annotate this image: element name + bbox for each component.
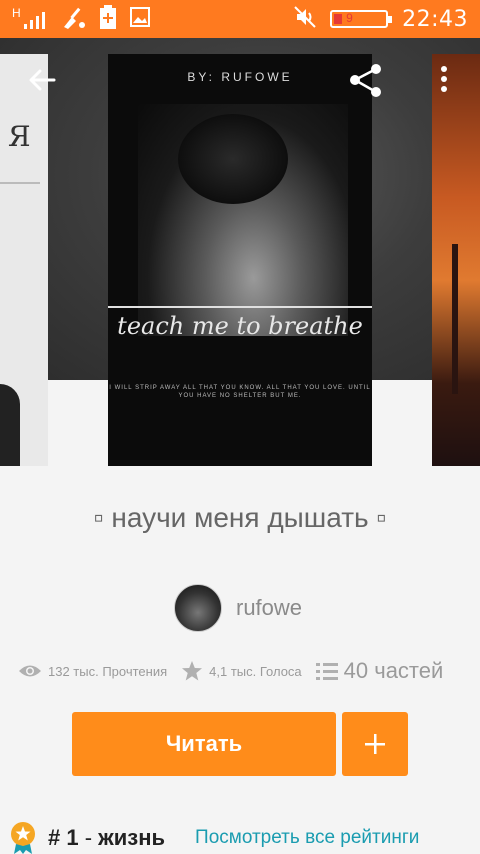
battery-level-text: 9 [346,11,353,25]
read-button-label: Читать [165,731,243,756]
image-icon [130,6,150,32]
status-icons-left: H [12,4,150,34]
read-button[interactable]: Читать [72,712,336,776]
cover-quote: I WILL STRIP AWAY ALL THAT YOU KNOW. ALL… [109,385,371,399]
star-icon [182,661,203,681]
view-all-rankings-link[interactable]: Посмотреть все рейтинги [195,827,419,849]
plus-icon [365,734,385,754]
cover-title: teach me to breathe [117,312,363,340]
status-bar: H 9 22:43 [0,0,480,38]
list-icon [315,663,338,680]
add-to-library-button[interactable] [342,712,408,776]
rank-category: жизнь [98,825,166,850]
ranking-row: # 1 - жизнь Посмотреть все рейтинги [8,822,480,854]
author-name[interactable]: rufowe [236,595,302,621]
prev-cover-divider [0,182,40,184]
reads-stat: 132 тыс. Прочтения [18,663,167,679]
next-cover[interactable] [432,54,480,466]
arrow-left-icon [29,69,56,91]
rank-number: # 1 [48,825,79,850]
share-icon [350,64,381,97]
prev-cover-figure [0,384,20,466]
battery-icon: 9 [330,10,393,28]
prev-cover-letter: Я [8,120,31,153]
signal-icon: H [12,6,48,30]
avatar[interactable] [174,584,222,632]
story-stats: 132 тыс. Прочтения 4,1 тыс. Голоса 40 ча… [18,656,478,686]
votes-stat: 4,1 тыс. Голоса [181,660,302,682]
rank-separator: - [84,825,93,850]
rank-label: # 1 - жизнь [48,825,165,851]
eye-icon [19,665,41,677]
clock: 22:43 [402,6,468,32]
story-title: ▫ научи меня дышать ▫ [93,502,387,533]
votes-count: 4,1 тыс. Голоса [209,663,302,679]
battery-level-bar [334,14,343,24]
author-row[interactable]: rufowe [174,584,302,632]
share-button[interactable] [348,62,384,98]
battery-plus-icon [100,4,116,34]
cover-divider [108,306,372,308]
status-icons-right: 9 22:43 [294,4,468,34]
parts-count[interactable]: 40 частей [344,658,444,684]
more-options-button[interactable] [436,64,452,96]
prev-cover[interactable]: Я [0,54,48,466]
mute-icon [294,5,316,33]
back-button[interactable] [26,64,58,96]
parts-stat[interactable]: 40 частей [315,658,444,684]
cover-byline: BY: RUFOWE [187,70,293,84]
more-vertical-icon [441,66,447,92]
reads-count: 132 тыс. Прочтения [48,663,168,679]
book-cover[interactable]: BY: RUFOWE teach me to breathe I WILL ST… [108,54,372,466]
cover-photo-detail [178,114,288,204]
ranking-badge-icon [11,822,35,854]
cleaner-icon [62,5,86,34]
next-cover-tower [452,244,458,394]
